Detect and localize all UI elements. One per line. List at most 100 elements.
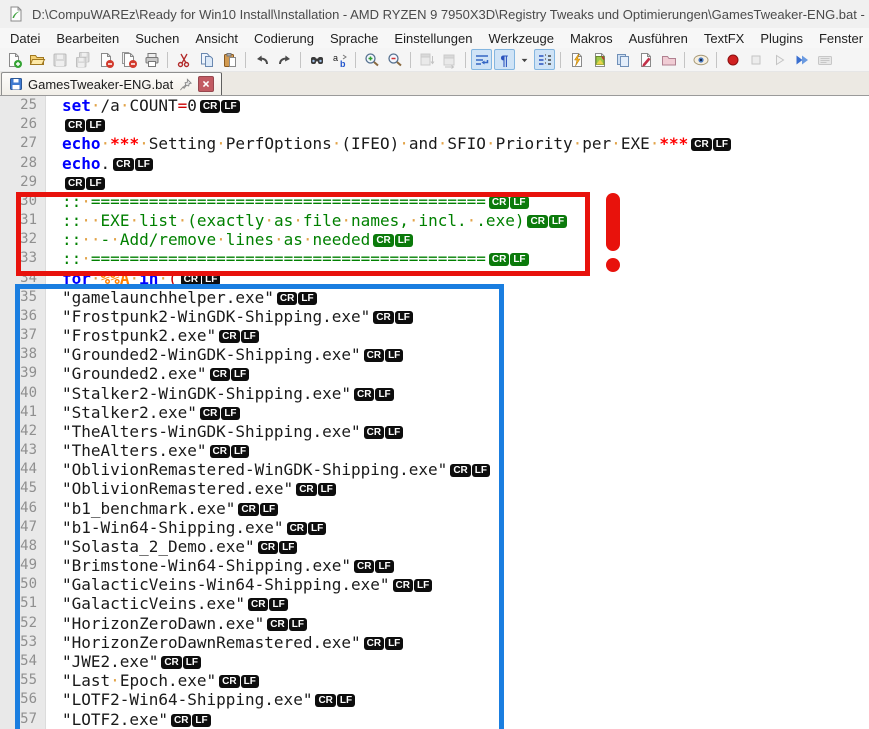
toolbar-button-plugin-lightning-doc[interactable] bbox=[566, 49, 587, 70]
menu-sprache[interactable]: Sprache bbox=[322, 29, 386, 48]
whitespace-dot: · bbox=[81, 230, 91, 249]
menu-plugins[interactable]: Plugins bbox=[752, 29, 811, 48]
crlf-marker: CRLF bbox=[219, 675, 259, 688]
toolbar-button-save-all[interactable] bbox=[72, 49, 93, 70]
plugin-map-doc-icon bbox=[591, 51, 609, 69]
crlf-marker: CRLF bbox=[489, 253, 529, 266]
pin-tab-icon[interactable] bbox=[178, 77, 193, 92]
line-number-55: 55 bbox=[0, 671, 45, 690]
line-number-27: 27 bbox=[0, 134, 45, 153]
tab-gamestweaker-eng-bat[interactable]: GamesTweaker-ENG.bat bbox=[1, 72, 222, 95]
crlf-marker: CRLF bbox=[181, 273, 221, 286]
line-number-28: 28 bbox=[0, 154, 45, 173]
code-line-31: ::··EXE·list·(exactly·as·file·names,·inc… bbox=[46, 211, 869, 230]
toolbar-separator bbox=[167, 52, 168, 68]
menu-werkzeuge[interactable]: Werkzeuge bbox=[480, 29, 562, 48]
sync-vertical-icon bbox=[418, 51, 436, 69]
indent-guide-icon bbox=[536, 51, 554, 69]
menu-bar: DateiBearbeitenSuchenAnsichtCodierungSpr… bbox=[0, 28, 869, 48]
toolbar-separator bbox=[410, 52, 411, 68]
toolbar-button-indent-guide[interactable] bbox=[534, 49, 555, 70]
title-bar: D:\CompuWAREz\Ready for Win10 Install\In… bbox=[0, 0, 869, 28]
crlf-marker: CRLF bbox=[354, 560, 394, 573]
toolbar-button-plugin-red-pen-doc[interactable] bbox=[635, 49, 656, 70]
show-all-characters-icon: ¶ bbox=[496, 51, 514, 69]
code-content: set·/a·COUNT=0CRLFCRLFecho·***·Setting·P… bbox=[46, 96, 869, 729]
toolbar-separator bbox=[355, 52, 356, 68]
toolbar-button-close-all[interactable] bbox=[118, 49, 139, 70]
menu-textfx[interactable]: TextFX bbox=[696, 29, 752, 48]
redo-icon bbox=[276, 51, 294, 69]
toolbar-button-print[interactable] bbox=[141, 49, 162, 70]
toolbar-button-zoom-in[interactable] bbox=[361, 49, 382, 70]
toolbar-button-macro-record[interactable] bbox=[722, 49, 743, 70]
toolbar-button-redo[interactable] bbox=[274, 49, 295, 70]
menu-ausf-hren[interactable]: Ausführen bbox=[621, 29, 696, 48]
toolbar-button-copy[interactable] bbox=[196, 49, 217, 70]
menu-ansicht[interactable]: Ansicht bbox=[187, 29, 246, 48]
toolbar-button-macro-play[interactable] bbox=[768, 49, 789, 70]
toolbar-button-macro-run-multiple[interactable] bbox=[791, 49, 812, 70]
close-icon bbox=[97, 51, 115, 69]
menu-suchen[interactable]: Suchen bbox=[127, 29, 187, 48]
crlf-marker: CRLF bbox=[238, 503, 278, 516]
crlf-marker: CRLF bbox=[171, 714, 211, 727]
menu-fenster[interactable]: Fenster bbox=[811, 29, 869, 48]
code-line-25: set·/a·COUNT=0CRLF bbox=[46, 96, 869, 115]
crlf-marker: CRLF bbox=[161, 656, 201, 669]
menu-einstellungen[interactable]: Einstellungen bbox=[386, 29, 480, 48]
toolbar-button-cut[interactable] bbox=[173, 49, 194, 70]
crlf-marker: CRLF bbox=[527, 215, 567, 228]
toolbar-button-macro-save[interactable] bbox=[814, 49, 835, 70]
menu-datei[interactable]: Datei bbox=[2, 29, 48, 48]
line-number-41: 41 bbox=[0, 403, 45, 422]
toolbar-button-open-file[interactable] bbox=[26, 49, 47, 70]
editor-area[interactable]: 2526272829303132333435363738394041424344… bbox=[0, 96, 869, 729]
line-number-45: 45 bbox=[0, 479, 45, 498]
tab-bar: GamesTweaker-ENG.bat bbox=[0, 72, 869, 96]
toolbar-separator bbox=[300, 52, 301, 68]
menu-makros[interactable]: Makros bbox=[562, 29, 621, 48]
toolbar-button-paste[interactable] bbox=[219, 49, 240, 70]
crlf-marker: CRLF bbox=[258, 541, 298, 554]
toolbar-button-show-all-characters[interactable]: ¶ bbox=[494, 49, 515, 70]
toolbar-button-find[interactable] bbox=[306, 49, 327, 70]
line-number-42: 42 bbox=[0, 422, 45, 441]
close-tab-button[interactable] bbox=[198, 76, 214, 92]
code-line-51: "GalacticVeins.exe"CRLF bbox=[46, 594, 869, 613]
line-number-49: 49 bbox=[0, 556, 45, 575]
whitespace-dot: · bbox=[399, 134, 409, 153]
line-number-38: 38 bbox=[0, 345, 45, 364]
code-line-33: ::·=====================================… bbox=[46, 249, 869, 268]
crlf-marker: CRLF bbox=[200, 100, 240, 113]
toolbar-button-sync-vertical[interactable] bbox=[416, 49, 437, 70]
toolbar-button-plugin-blue-docs[interactable] bbox=[612, 49, 633, 70]
toolbar-button-show-symbol-dropdown[interactable] bbox=[517, 49, 532, 70]
toolbar-button-close[interactable] bbox=[95, 49, 116, 70]
whitespace-dot: · bbox=[139, 134, 149, 153]
toolbar-button-replace[interactable]: ab bbox=[329, 49, 350, 70]
toolbar-button-plugin-map-doc[interactable] bbox=[589, 49, 610, 70]
toolbar-button-save[interactable] bbox=[49, 49, 70, 70]
toolbar-button-new-file[interactable] bbox=[3, 49, 24, 70]
toolbar-separator bbox=[465, 52, 466, 68]
toolbar-button-zoom-out[interactable] bbox=[384, 49, 405, 70]
toolbar-button-plugin-pink-folder[interactable] bbox=[658, 49, 679, 70]
whitespace-dot: · bbox=[650, 134, 660, 153]
toolbar-button-sync-horizontal[interactable] bbox=[439, 49, 460, 70]
whitespace-dot: · bbox=[129, 269, 139, 288]
menu-codierung[interactable]: Codierung bbox=[246, 29, 322, 48]
line-number-46: 46 bbox=[0, 499, 45, 518]
toolbar-button-word-wrap[interactable] bbox=[471, 49, 492, 70]
print-icon bbox=[143, 51, 161, 69]
toolbar-button-document-peek-eye[interactable] bbox=[690, 49, 711, 70]
menu-bearbeiten[interactable]: Bearbeiten bbox=[48, 29, 127, 48]
toolbar-button-macro-stop[interactable] bbox=[745, 49, 766, 70]
whitespace-dot: · bbox=[158, 269, 168, 288]
crlf-marker: CRLF bbox=[315, 694, 355, 707]
line-number-56: 56 bbox=[0, 690, 45, 709]
crlf-marker: CRLF bbox=[113, 158, 153, 171]
toolbar-button-undo[interactable] bbox=[251, 49, 272, 70]
line-number-37: 37 bbox=[0, 326, 45, 345]
code-line-44: "OblivionRemastered-WinGDK-Shipping.exe"… bbox=[46, 460, 869, 479]
